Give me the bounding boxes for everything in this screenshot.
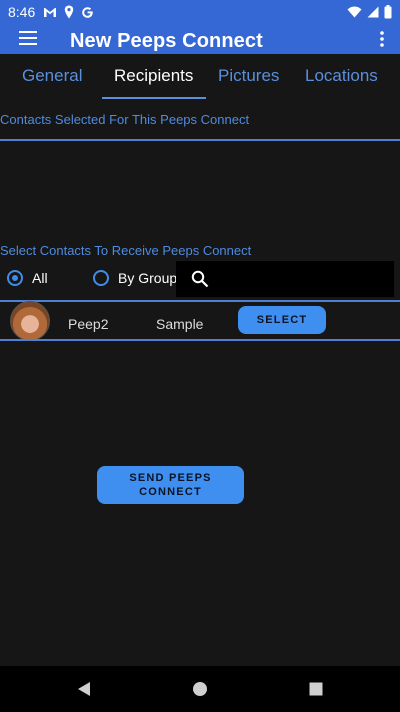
contact-search-input[interactable] [216,267,390,293]
send-button-line1: SEND PEEPS [129,472,212,484]
more-vertical-icon[interactable] [378,29,386,49]
tab-recipients[interactable]: Recipients [114,66,193,86]
tab-pictures[interactable]: Pictures [218,66,279,86]
status-left-icons [43,5,94,19]
tab-locations[interactable]: Locations [305,66,378,86]
location-icon [65,5,74,19]
back-icon[interactable] [76,681,92,697]
filter-all-option[interactable]: All [7,270,48,286]
gmail-icon [44,7,57,17]
tab-bar: General Recipients Pictures Locations [0,54,400,102]
status-bar: 8:46 [0,0,400,24]
system-navigation-bar [0,666,400,712]
select-contacts-label: Select Contacts To Receive Peeps Connect [0,243,252,258]
send-button-line2: CONNECT [139,486,202,498]
filter-by-group-radio[interactable] [93,270,109,286]
google-icon [82,6,93,18]
tab-general[interactable]: General [22,66,82,86]
battery-icon [384,5,392,19]
selected-contacts-list [0,141,400,241]
filter-all-radio[interactable] [7,270,23,286]
wifi-icon [347,6,362,18]
contact-first-name: Peep2 [68,316,109,332]
cell-signal-icon [367,6,379,18]
hamburger-menu-icon[interactable] [17,30,39,48]
contact-search-box[interactable] [176,261,394,297]
select-contact-button[interactable]: SELECT [238,306,326,334]
status-time: 8:46 [8,4,36,20]
search-icon[interactable] [191,270,209,288]
filter-all-label: All [32,270,48,286]
filter-by-group-option[interactable]: By Group [93,270,177,286]
list-item: Peep2 Sample SELECT [0,301,400,341]
app-toolbar: New Peeps Connect [0,24,400,54]
tab-active-indicator [102,97,206,99]
recents-icon[interactable] [308,681,324,697]
selected-contacts-label: Contacts Selected For This Peeps Connect [0,112,250,127]
send-peeps-connect-button[interactable]: SEND PEEPS CONNECT [97,466,244,504]
status-right-icons [347,5,392,19]
home-icon[interactable] [192,681,208,697]
avatar [10,301,50,341]
contact-list-bottom-divider [0,339,400,341]
page-title: New Peeps Connect [70,30,263,52]
contact-last-name: Sample [156,316,204,332]
filter-by-group-label: By Group [118,270,178,286]
